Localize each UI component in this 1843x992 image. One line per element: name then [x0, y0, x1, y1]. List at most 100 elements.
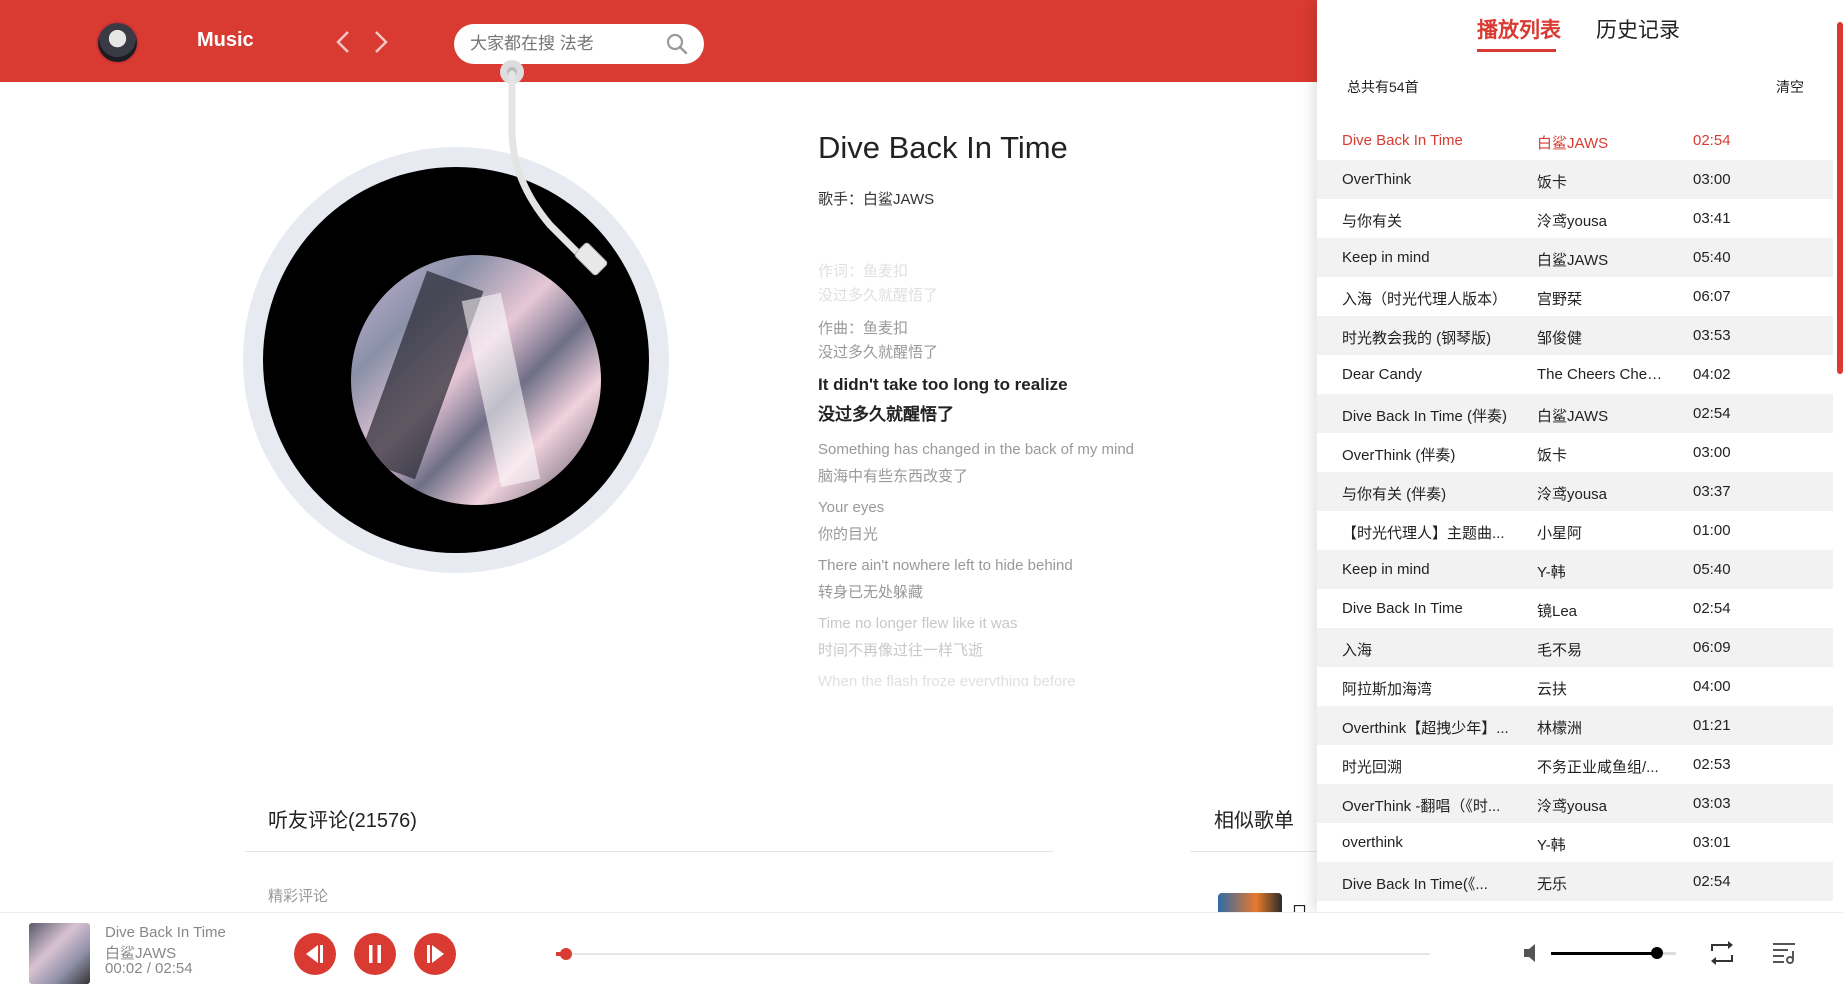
song-duration: 03:00: [1693, 171, 1731, 188]
song-duration: 02:54: [1693, 600, 1731, 617]
song-artist: 无乐: [1537, 876, 1568, 893]
playlist-row[interactable]: overthink Y-韩 03:01: [1317, 823, 1833, 862]
playlist-row[interactable]: Dear Candy The Cheers Cheers 04:02: [1317, 355, 1833, 394]
song-duration: 04:02: [1693, 366, 1731, 383]
playlist-row[interactable]: Dive Back In Time 镜Lea 02:54: [1317, 589, 1833, 628]
song-artist: The Cheers Cheers: [1537, 366, 1665, 383]
song-artist: 泠鸢yousa: [1537, 798, 1608, 815]
playlist-row[interactable]: Keep in mind 白鲨JAWS 05:40: [1317, 238, 1833, 277]
song-name: Dear Candy: [1342, 366, 1423, 383]
playlist-scrollbar[interactable]: [1837, 22, 1843, 374]
pause-icon: [369, 945, 381, 963]
song-name: OverThink: [1342, 171, 1412, 188]
playlist-row[interactable]: 阿拉斯加海湾 云扶 04:00: [1317, 667, 1833, 706]
clear-button[interactable]: 清空: [1776, 77, 1804, 97]
pause-button[interactable]: [354, 933, 396, 975]
mini-album-cover[interactable]: [29, 923, 90, 984]
song-name: Overthink【超拽少年】...: [1342, 720, 1509, 737]
playlist-rows: Dive Back In Time 白鲨JAWS 02:54 OverThink 饭卡 0…: [1317, 121, 1833, 901]
song-duration: 03:41: [1693, 210, 1731, 227]
now-playing-time: 00:02 / 02:54: [105, 960, 193, 977]
song-duration: 03:00: [1693, 444, 1731, 461]
lyric-line: 转身已无处躲藏: [818, 584, 924, 601]
volume-knob[interactable]: [1651, 947, 1664, 959]
playlist-row[interactable]: 时光教会我的 (钢琴版) 邹俊健 03:53: [1317, 316, 1833, 355]
playlist-row[interactable]: OverThink 饭卡 03:00: [1317, 160, 1833, 199]
progress-knob[interactable]: [559, 948, 572, 960]
song-name: Keep in mind: [1342, 249, 1430, 266]
playlist-row[interactable]: Keep in mind Y-韩 05:40: [1317, 550, 1833, 589]
back-arrow-icon[interactable]: [332, 28, 356, 56]
album-cover: [351, 255, 601, 505]
search-icon[interactable]: [666, 33, 688, 55]
prev-button[interactable]: [294, 933, 336, 975]
playlist-row[interactable]: 【时光代理人】主题曲... 小星阿 01:00: [1317, 511, 1833, 550]
forward-arrow-icon[interactable]: [368, 28, 392, 56]
similar-playlist-thumbnail[interactable]: [1218, 893, 1282, 913]
playlist-row[interactable]: 与你有关 泠鸢yousa 03:41: [1317, 199, 1833, 238]
tonearm-icon: [500, 60, 608, 276]
song-artist: Y-韩: [1537, 837, 1566, 854]
playlist-row[interactable]: OverThink (伴奏) 饭卡 03:00: [1317, 433, 1833, 472]
playlist-row[interactable]: Overthink【超拽少年】... 林檬洲 01:21: [1317, 706, 1833, 745]
song-name: 与你有关 (伴奏): [1342, 486, 1447, 503]
song-name: Dive Back In Time: [1342, 600, 1463, 617]
song-name: Keep in mind: [1342, 561, 1430, 578]
song-duration: 02:54: [1693, 405, 1731, 422]
playlist-row[interactable]: 入海（时光代理人版本） 宫野栞 06:07: [1317, 277, 1833, 316]
playlist-row[interactable]: 时光回溯 不务正业咸鱼组/... 02:53: [1317, 745, 1833, 784]
search-input[interactable]: [470, 32, 660, 56]
lyrics-panel: 作词：鱼麦扣 没过多久就醒悟了 作曲：鱼麦扣 没过多久就醒悟了 It didn'…: [818, 258, 1338, 686]
song-duration: 05:40: [1693, 249, 1731, 266]
lyric-line: 没过多久就醒悟了: [818, 287, 939, 304]
avatar[interactable]: [96, 21, 139, 64]
song-artist: 泠鸢yousa: [1537, 213, 1608, 230]
next-button[interactable]: [414, 933, 456, 975]
loop-icon[interactable]: [1708, 939, 1736, 967]
song-title: Dive Back In Time: [818, 130, 1068, 165]
song-name: 时光教会我的 (钢琴版): [1342, 330, 1492, 347]
prev-icon: [306, 945, 323, 963]
playlist-row[interactable]: OverThink -翻唱（《时... 泠鸢yousa 03:03: [1317, 784, 1833, 823]
playlist-row[interactable]: Dive Back In Time (伴奏) 白鲨JAWS 02:54: [1317, 394, 1833, 433]
lyric-line: When the flash froze everything before: [818, 673, 1076, 686]
song-duration: 02:54: [1693, 873, 1731, 890]
song-duration: 02:54: [1693, 132, 1731, 149]
volume-icon[interactable]: [1522, 941, 1542, 965]
song-duration: 05:40: [1693, 561, 1731, 578]
song-name: overthink: [1342, 834, 1403, 851]
song-artist: 云扶: [1537, 681, 1568, 698]
lyric-line-current: It didn't take too long to realize: [818, 375, 1068, 394]
song-singer: 歌手：白鲨JAWS: [818, 191, 935, 208]
song-name: 【时光代理人】主题曲...: [1342, 525, 1505, 542]
song-name: 阿拉斯加海湾: [1342, 681, 1433, 698]
song-artist: 邹俊健: [1537, 330, 1583, 347]
lyric-line: 你的目光: [818, 526, 879, 543]
song-duration: 03:01: [1693, 834, 1731, 851]
volume-slider[interactable]: [1551, 947, 1676, 959]
playlist-row[interactable]: Dive Back In Time 白鲨JAWS 02:54: [1317, 121, 1833, 160]
song-name: 入海: [1342, 642, 1373, 659]
lyric-line: 没过多久就醒悟了: [818, 344, 939, 361]
playlist-total: 总共有54首: [1347, 79, 1419, 95]
playlist-row[interactable]: 入海 毛不易 06:09: [1317, 628, 1833, 667]
song-artist: Y-韩: [1537, 564, 1566, 581]
playlist-icon[interactable]: [1770, 939, 1798, 967]
song-artist: 林檬洲: [1537, 720, 1583, 737]
song-duration: 02:53: [1693, 756, 1731, 773]
lyric-line: 作词：鱼麦扣: [818, 263, 909, 280]
song-artist: 白鲨JAWS: [1537, 135, 1609, 152]
tab-playlist[interactable]: 播放列表: [1477, 14, 1561, 44]
song-name: 与你有关: [1342, 213, 1403, 230]
song-name: 时光回溯: [1342, 759, 1403, 776]
song-name: Dive Back In Time(《...: [1342, 876, 1488, 893]
song-duration: 06:07: [1693, 288, 1731, 305]
divider: [245, 851, 1053, 852]
lyric-line: Time no longer flew like it was: [818, 615, 1018, 632]
playlist-row[interactable]: 与你有关 (伴奏) 泠鸢yousa 03:37: [1317, 472, 1833, 511]
song-name: Dive Back In Time: [1342, 132, 1463, 149]
progress-bar[interactable]: [556, 948, 1430, 960]
playlist-row[interactable]: Dive Back In Time(《... 无乐 02:54: [1317, 862, 1833, 901]
song-name: OverThink -翻唱（《时...: [1342, 798, 1501, 815]
tab-history[interactable]: 历史记录: [1596, 14, 1680, 44]
